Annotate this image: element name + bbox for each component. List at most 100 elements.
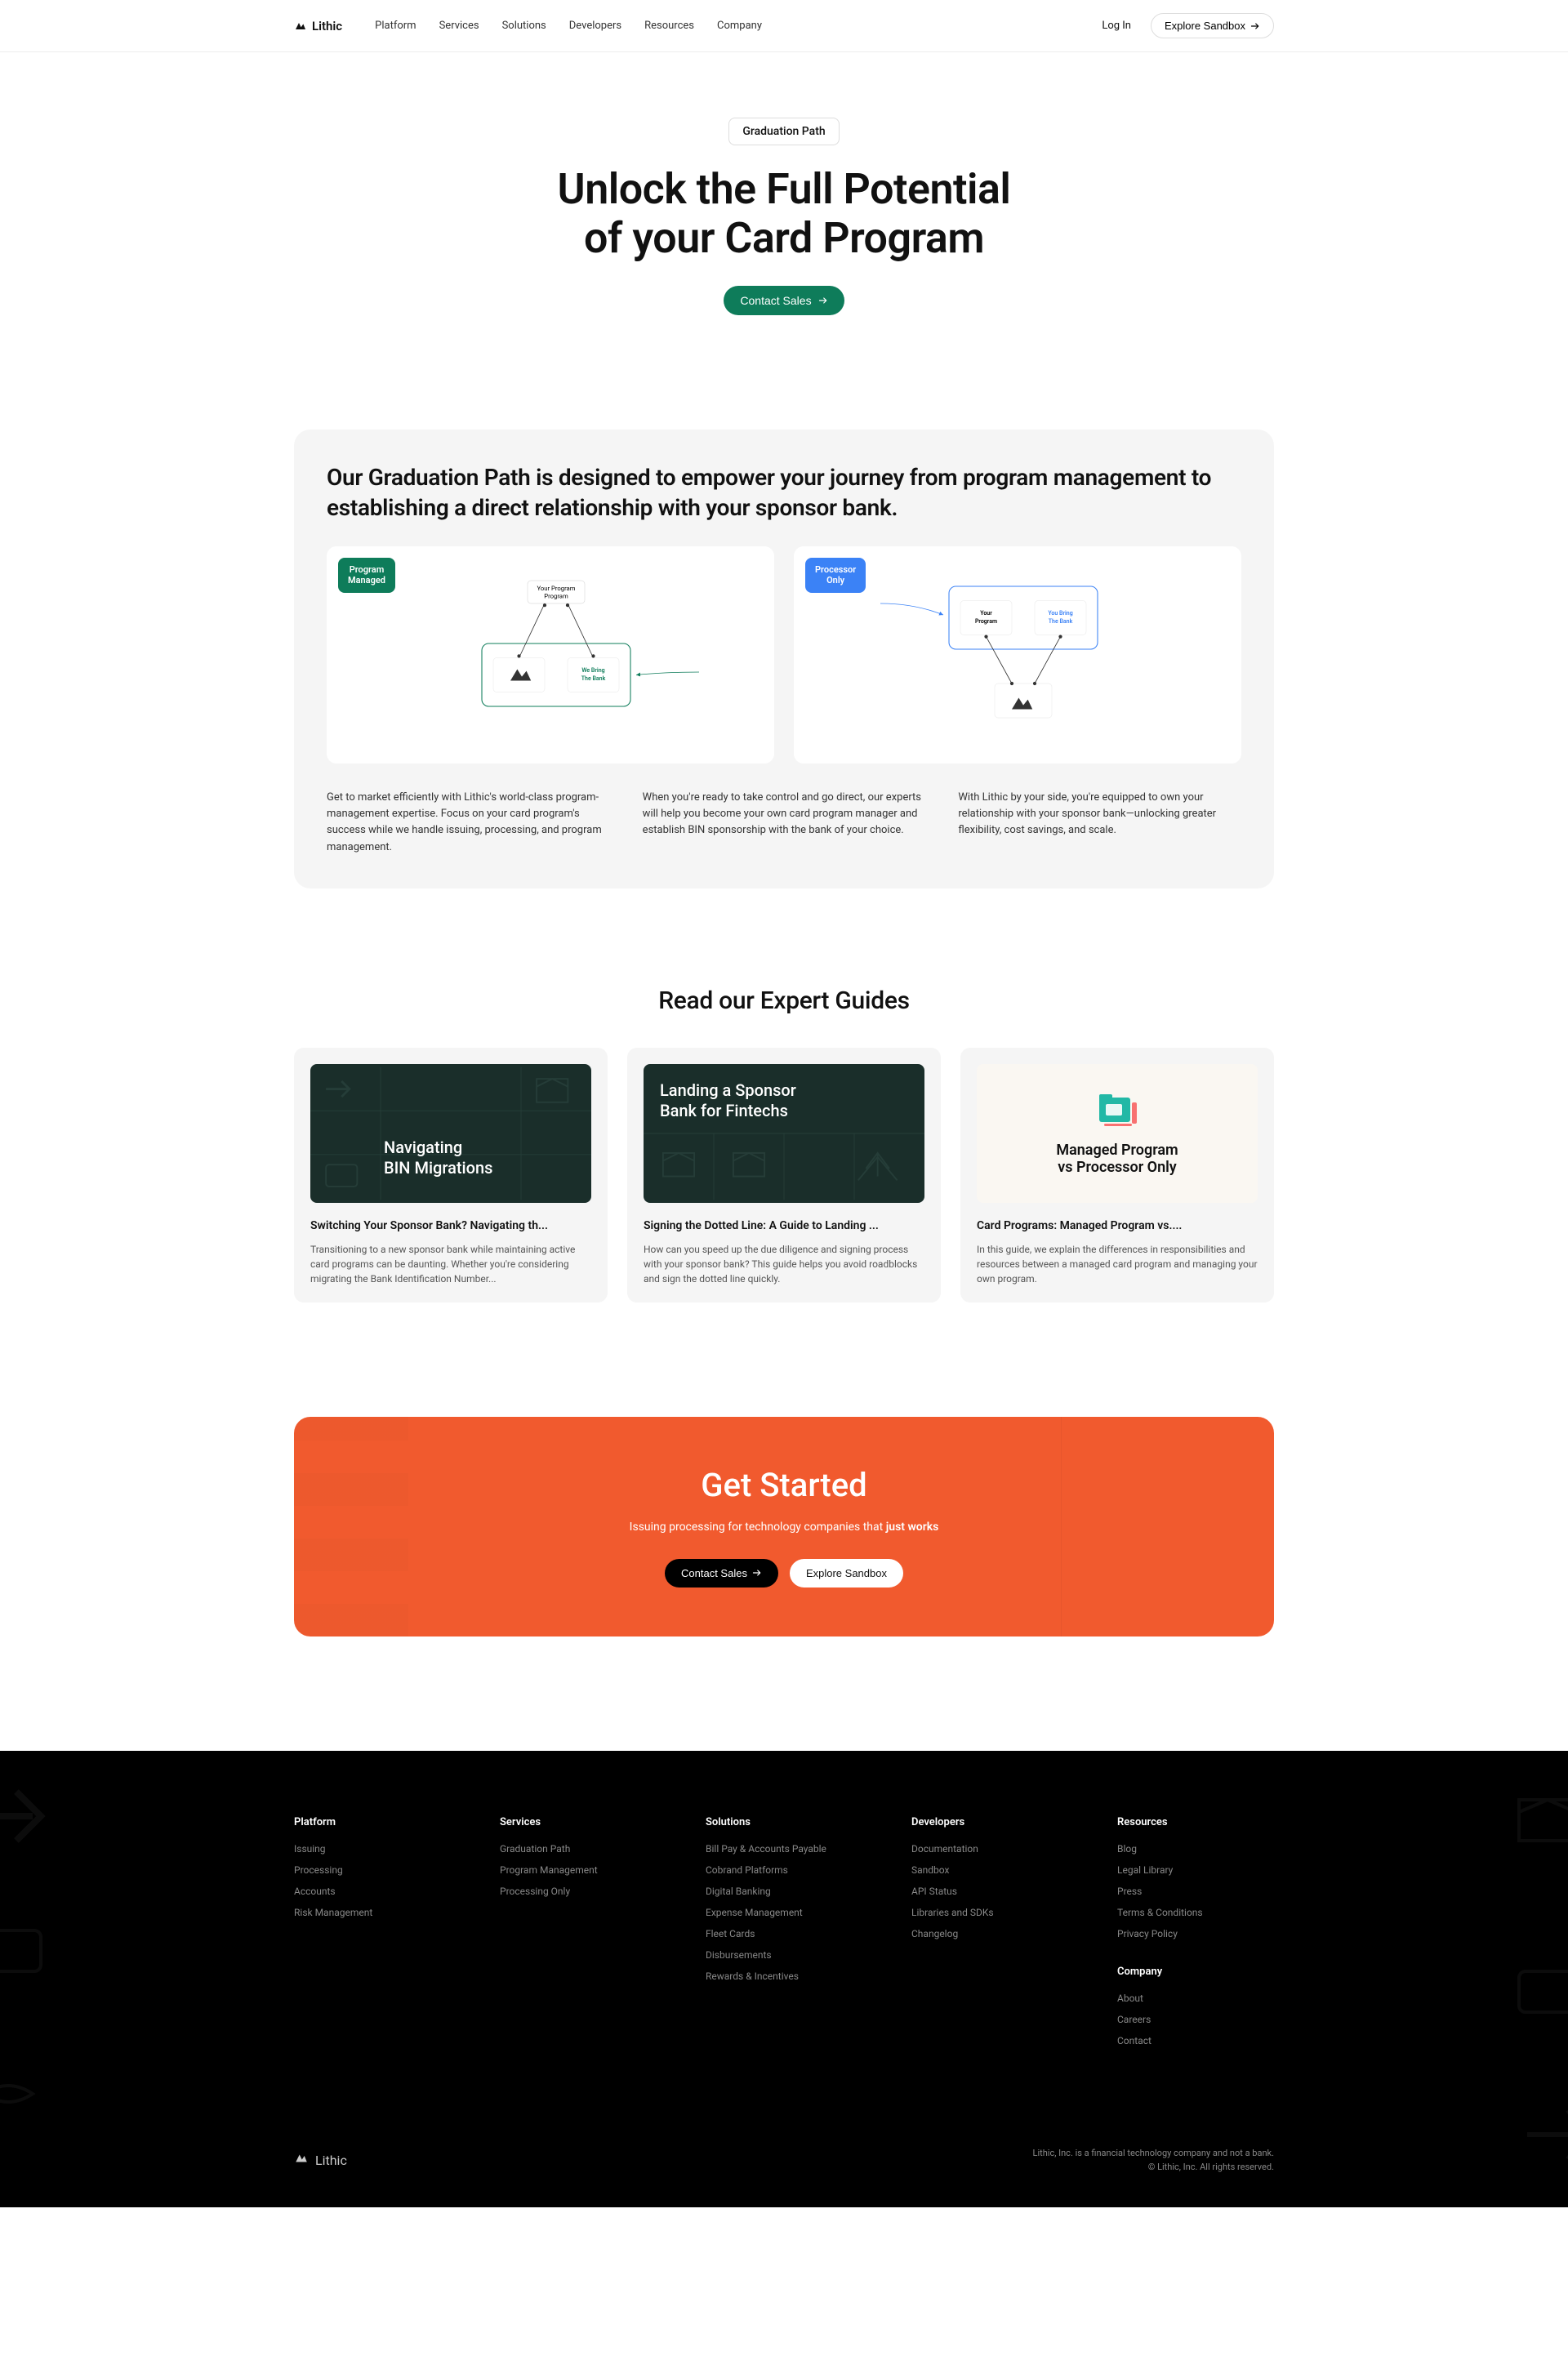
footer-link[interactable]: Program Management — [500, 1864, 657, 1876]
guide-image-2: Landing a Sponsor Bank for Fintechs — [644, 1064, 924, 1203]
footer-col-resources: Resources Blog Legal Library Press Terms… — [1117, 1816, 1274, 2056]
footer-link[interactable]: Processing Only — [500, 1886, 657, 1897]
arrow-right-icon — [1250, 21, 1260, 31]
primary-nav: Platform Services Solutions Developers R… — [375, 20, 762, 32]
footer-col-title: Company — [1117, 1966, 1274, 1978]
footer-link[interactable]: About — [1117, 1993, 1274, 2004]
info-heading: Our Graduation Path is designed to empow… — [327, 462, 1241, 524]
footer-col-solutions: Solutions Bill Pay & Accounts Payable Co… — [706, 1816, 862, 2056]
footer-link[interactable]: Accounts — [294, 1886, 451, 1897]
info-desc-1: Get to market efficiently with Lithic's … — [327, 790, 610, 856]
nav-services[interactable]: Services — [439, 20, 479, 32]
diagram-tag-line2: Only — [826, 575, 844, 586]
svg-text:Program: Program — [544, 593, 568, 600]
footer-link[interactable]: Fleet Cards — [706, 1928, 862, 1939]
svg-text:You Bring: You Bring — [1048, 610, 1072, 617]
explore-sandbox-label: Explore Sandbox — [1165, 20, 1245, 32]
footer-link[interactable]: Sandbox — [911, 1864, 1068, 1876]
footer-link[interactable]: Press — [1117, 1886, 1274, 1897]
diagram-svg-1: Your Program Program We Bring The Bank — [350, 569, 751, 741]
footer-logo-text: Lithic — [315, 2153, 347, 2168]
cta-subtitle: Issuing processing for technology compan… — [327, 1519, 1241, 1536]
footer-link[interactable]: Rewards & Incentives — [706, 1970, 862, 1982]
nav-resources[interactable]: Resources — [644, 20, 694, 32]
svg-text:Your: Your — [980, 610, 992, 617]
guide-img-title-2: Landing a Sponsor Bank for Fintechs — [660, 1080, 796, 1121]
footer-col-title: Solutions — [706, 1816, 862, 1828]
explore-sandbox-button[interactable]: Explore Sandbox — [1151, 13, 1274, 38]
diagram-tag-line2: Managed — [348, 575, 385, 586]
cta-explore-sandbox-button[interactable]: Explore Sandbox — [790, 1559, 903, 1587]
node-your-program: Your Program — [537, 585, 576, 592]
hero-title: Unlock the Full Potential of your Card P… — [16, 165, 1552, 263]
svg-text:The Bank: The Bank — [581, 675, 606, 682]
footer-link[interactable]: Legal Library — [1117, 1864, 1274, 1876]
footer-link[interactable]: Processing — [294, 1864, 451, 1876]
guide-title-1: Switching Your Sponsor Bank? Navigating … — [310, 1219, 591, 1232]
footer-logo: Lithic — [294, 2151, 347, 2169]
info-section: Our Graduation Path is designed to empow… — [261, 430, 1307, 888]
guides-title: Read our Expert Guides — [294, 986, 1274, 1015]
login-link[interactable]: Log In — [1102, 20, 1131, 32]
hero-title-line2: of your Card Program — [584, 213, 984, 263]
cta-contact-sales-button[interactable]: Contact Sales — [665, 1559, 778, 1587]
guides-section: Read our Expert Guides Navigating BIN Mi… — [261, 986, 1307, 1303]
nav-company[interactable]: Company — [717, 20, 762, 32]
diagram-tag-green: Program Managed — [338, 558, 395, 592]
footer-link[interactable]: Terms & Conditions — [1117, 1907, 1274, 1918]
footer-col-title: Platform — [294, 1816, 451, 1828]
svg-text:Program: Program — [975, 618, 997, 625]
hero-title-line1: Unlock the Full Potential — [558, 164, 1011, 214]
nav-platform[interactable]: Platform — [375, 20, 416, 32]
arrow-right-icon — [752, 1568, 762, 1578]
guide-card-1[interactable]: Navigating BIN Migrations Switching Your… — [294, 1048, 608, 1303]
logo-icon — [294, 2151, 309, 2169]
guide-desc-2: How can you speed up the due diligence a… — [644, 1242, 924, 1286]
cta-contact-sales-label: Contact Sales — [681, 1567, 747, 1579]
site-footer: Platform Issuing Processing Accounts Ris… — [0, 1751, 1568, 2207]
footer-link[interactable]: Careers — [1117, 2014, 1274, 2025]
cta-title: Get Started — [327, 1466, 1241, 1504]
logo-text: Lithic — [312, 19, 342, 33]
footer-link[interactable]: API Status — [911, 1886, 1068, 1897]
footer-link[interactable]: Libraries and SDKs — [911, 1907, 1068, 1918]
diagram-processor-only: Processor Only Your Program You Bring Th… — [794, 546, 1241, 764]
footer-link[interactable]: Graduation Path — [500, 1843, 657, 1855]
footer-link[interactable]: Privacy Policy — [1117, 1928, 1274, 1939]
footer-link[interactable]: Risk Management — [294, 1907, 451, 1918]
guide-card-2[interactable]: Landing a Sponsor Bank for Fintechs Sign… — [627, 1048, 941, 1303]
footer-link[interactable]: Blog — [1117, 1843, 1274, 1855]
guide-image-3: Managed Program vs Processor Only — [977, 1064, 1258, 1203]
svg-text:The Bank: The Bank — [1049, 618, 1073, 625]
nav-developers[interactable]: Developers — [569, 20, 621, 32]
guide-img-title-1: Navigating BIN Migrations — [384, 1138, 492, 1178]
footer-link[interactable]: Disbursements — [706, 1949, 862, 1961]
footer-link[interactable]: Digital Banking — [706, 1886, 862, 1897]
diagram-svg-2: Your Program You Bring The Bank — [817, 569, 1218, 741]
footer-link[interactable]: Changelog — [911, 1928, 1068, 1939]
contact-sales-button[interactable]: Contact Sales — [724, 286, 844, 315]
guide-image-1: Navigating BIN Migrations — [310, 1064, 591, 1203]
hero-badge: Graduation Path — [728, 118, 839, 145]
contact-sales-label: Contact Sales — [740, 294, 811, 307]
diagram-program-managed: Program Managed Your Program Program We … — [327, 546, 774, 764]
footer-link[interactable]: Cobrand Platforms — [706, 1864, 862, 1876]
cta-section: Get Started Issuing processing for techn… — [261, 1417, 1307, 1636]
footer-link[interactable]: Expense Management — [706, 1907, 862, 1918]
nav-solutions[interactable]: Solutions — [502, 20, 546, 32]
guide-card-3[interactable]: Managed Program vs Processor Only Card P… — [960, 1048, 1274, 1303]
info-desc-2: When you're ready to take control and go… — [643, 790, 926, 856]
footer-col-services: Services Graduation Path Program Managem… — [500, 1816, 657, 2056]
footer-link[interactable]: Issuing — [294, 1843, 451, 1855]
arrow-right-icon — [818, 296, 828, 305]
footer-link[interactable]: Bill Pay & Accounts Payable — [706, 1843, 862, 1855]
guide-title-2: Signing the Dotted Line: A Guide to Land… — [644, 1219, 924, 1232]
hero-section: Graduation Path Unlock the Full Potentia… — [0, 52, 1568, 364]
info-desc-3: With Lithic by your side, you're equippe… — [958, 790, 1241, 856]
diagram-tag-line1: Processor — [815, 564, 856, 575]
footer-link[interactable]: Documentation — [911, 1843, 1068, 1855]
footer-col-developers: Developers Documentation Sandbox API Sta… — [911, 1816, 1068, 2056]
logo-link[interactable]: Lithic — [294, 19, 342, 33]
footer-link[interactable]: Contact — [1117, 2035, 1274, 2046]
diagram-tag-blue: Processor Only — [805, 558, 866, 592]
